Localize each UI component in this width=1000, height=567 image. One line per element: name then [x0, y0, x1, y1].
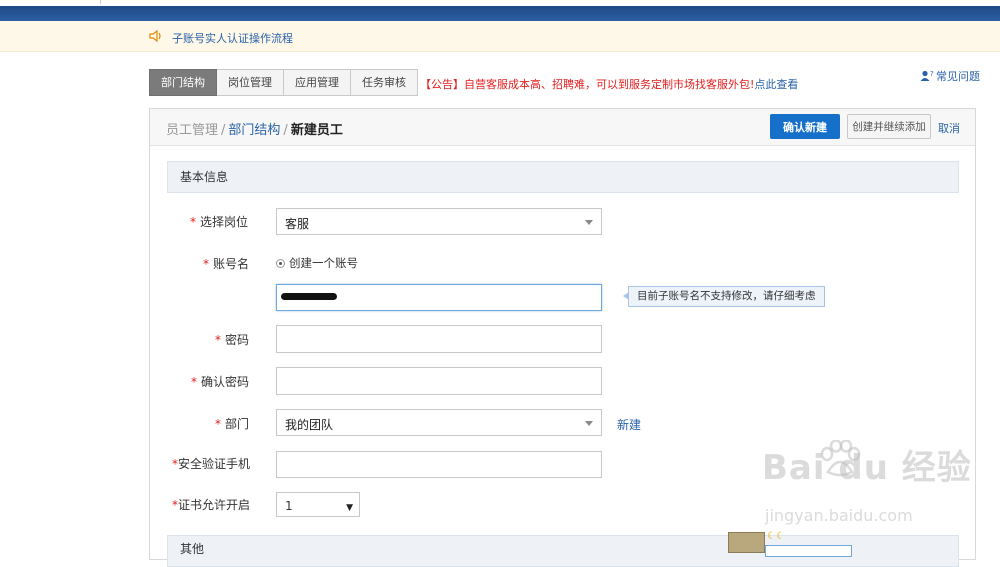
required-mark: *	[191, 375, 197, 389]
faq-link[interactable]: ? 常见问题	[920, 68, 980, 84]
position-label-text: 选择岗位	[200, 215, 249, 229]
confirm-password-input[interactable]	[276, 367, 602, 395]
caret-down-icon: ▼	[346, 503, 353, 513]
tab-app-management[interactable]: 应用管理	[284, 69, 351, 96]
tab-department-structure[interactable]: 部门结构	[149, 69, 217, 96]
cancel-link[interactable]: 取消	[938, 120, 960, 136]
tab-bar: 部门结构 岗位管理 应用管理 任务审核	[149, 69, 418, 96]
tab-task-review[interactable]: 任务审核	[351, 69, 418, 96]
cert-count-select[interactable]: 1 ▼	[276, 492, 360, 517]
cert-label-text: 证书允许开启	[178, 498, 251, 512]
announcement: 【公告】自营客服成本高、招聘难，可以到服务定制市场找客服外包!点此查看	[420, 76, 798, 92]
user-help-icon: ?	[920, 70, 934, 81]
required-mark: *	[215, 417, 221, 431]
new-department-link[interactable]: 新建	[617, 416, 641, 433]
breadcrumb-root[interactable]: 员工管理	[166, 123, 218, 138]
breadcrumb-parent[interactable]: 部门结构	[228, 123, 280, 138]
notice-link[interactable]: 子账号实人认证操作流程	[172, 30, 293, 46]
baidu-jingyan-url: jingyan.baidu.com	[765, 506, 913, 525]
panel-header: 员工管理 / 部门结构 / 新建员工 确认新建 创建并继续添加 取消	[150, 109, 975, 146]
account-label-text: 账号名	[213, 257, 250, 271]
security-phone-label-text: 安全验证手机	[178, 457, 251, 471]
section-basic-info: 基本信息	[167, 161, 959, 193]
department-select[interactable]: 我的团队	[276, 409, 602, 436]
redacted-scribble	[281, 293, 337, 300]
notice-bar: 子账号实人认证操作流程	[0, 21, 1000, 52]
new-employee-panel: 员工管理 / 部门结构 / 新建员工 确认新建 创建并继续添加 取消 基本信息 * 选择岗…	[149, 108, 976, 567]
announcement-link[interactable]: 点此查看	[754, 78, 798, 91]
account-name-input[interactable]	[276, 284, 602, 311]
required-mark: *	[203, 257, 209, 271]
password-label: * 密码	[215, 331, 249, 348]
breadcrumb-separator: /	[283, 123, 288, 138]
avatar[interactable]	[728, 532, 765, 553]
confirm-password-label: * 确认密码	[191, 373, 249, 390]
tab-position-management[interactable]: 岗位管理	[217, 69, 284, 96]
moon-icons: ☾☾	[767, 531, 785, 542]
radio-icon	[276, 258, 285, 268]
breadcrumb: 员工管理 / 部门结构 / 新建员工	[166, 119, 343, 138]
breadcrumb-separator: /	[221, 123, 226, 138]
svg-text:?: ?	[930, 70, 934, 78]
chevron-down-icon	[585, 220, 593, 225]
department-label: * 部门	[215, 415, 249, 432]
department-value: 我的团队	[285, 418, 334, 432]
position-label: * 选择岗位	[190, 213, 248, 230]
create-and-continue-button[interactable]: 创建并继续添加	[847, 114, 931, 139]
chevron-down-icon	[585, 421, 593, 426]
page-title: 新建员工	[290, 123, 343, 138]
password-label-text: 密码	[225, 333, 250, 347]
announcement-text: 【公告】自营客服成本高、招聘难，可以到服务定制市场找客服外包!	[420, 78, 755, 91]
confirm-password-label-text: 确认密码	[201, 375, 250, 389]
password-input[interactable]	[276, 325, 602, 353]
required-mark: *	[215, 333, 221, 347]
cert-count-value: 1	[285, 499, 293, 513]
site-header-bar	[0, 6, 1000, 21]
security-phone-input[interactable]	[276, 451, 602, 478]
account-label: * 账号名	[203, 255, 249, 272]
create-account-radio-label: 创建一个账号	[289, 256, 358, 270]
required-mark: *	[190, 215, 196, 229]
floating-widget[interactable]	[765, 545, 852, 557]
faq-label: 常见问题	[936, 70, 980, 83]
department-label-text: 部门	[225, 417, 250, 431]
account-hint-tooltip: 目前子账号名不支持修改，请仔细考虑	[623, 286, 825, 307]
create-account-radio[interactable]: 创建一个账号	[276, 255, 358, 271]
confirm-create-button[interactable]: 确认新建	[770, 114, 840, 139]
speaker-icon	[149, 30, 161, 42]
position-select[interactable]: 客服	[276, 208, 602, 235]
cert-label: *证书允许开启	[172, 496, 250, 513]
baidu-jingyan-watermark: Bai du 经验	[762, 448, 972, 488]
position-value: 客服	[285, 217, 310, 231]
security-phone-label: *安全验证手机	[172, 455, 250, 472]
